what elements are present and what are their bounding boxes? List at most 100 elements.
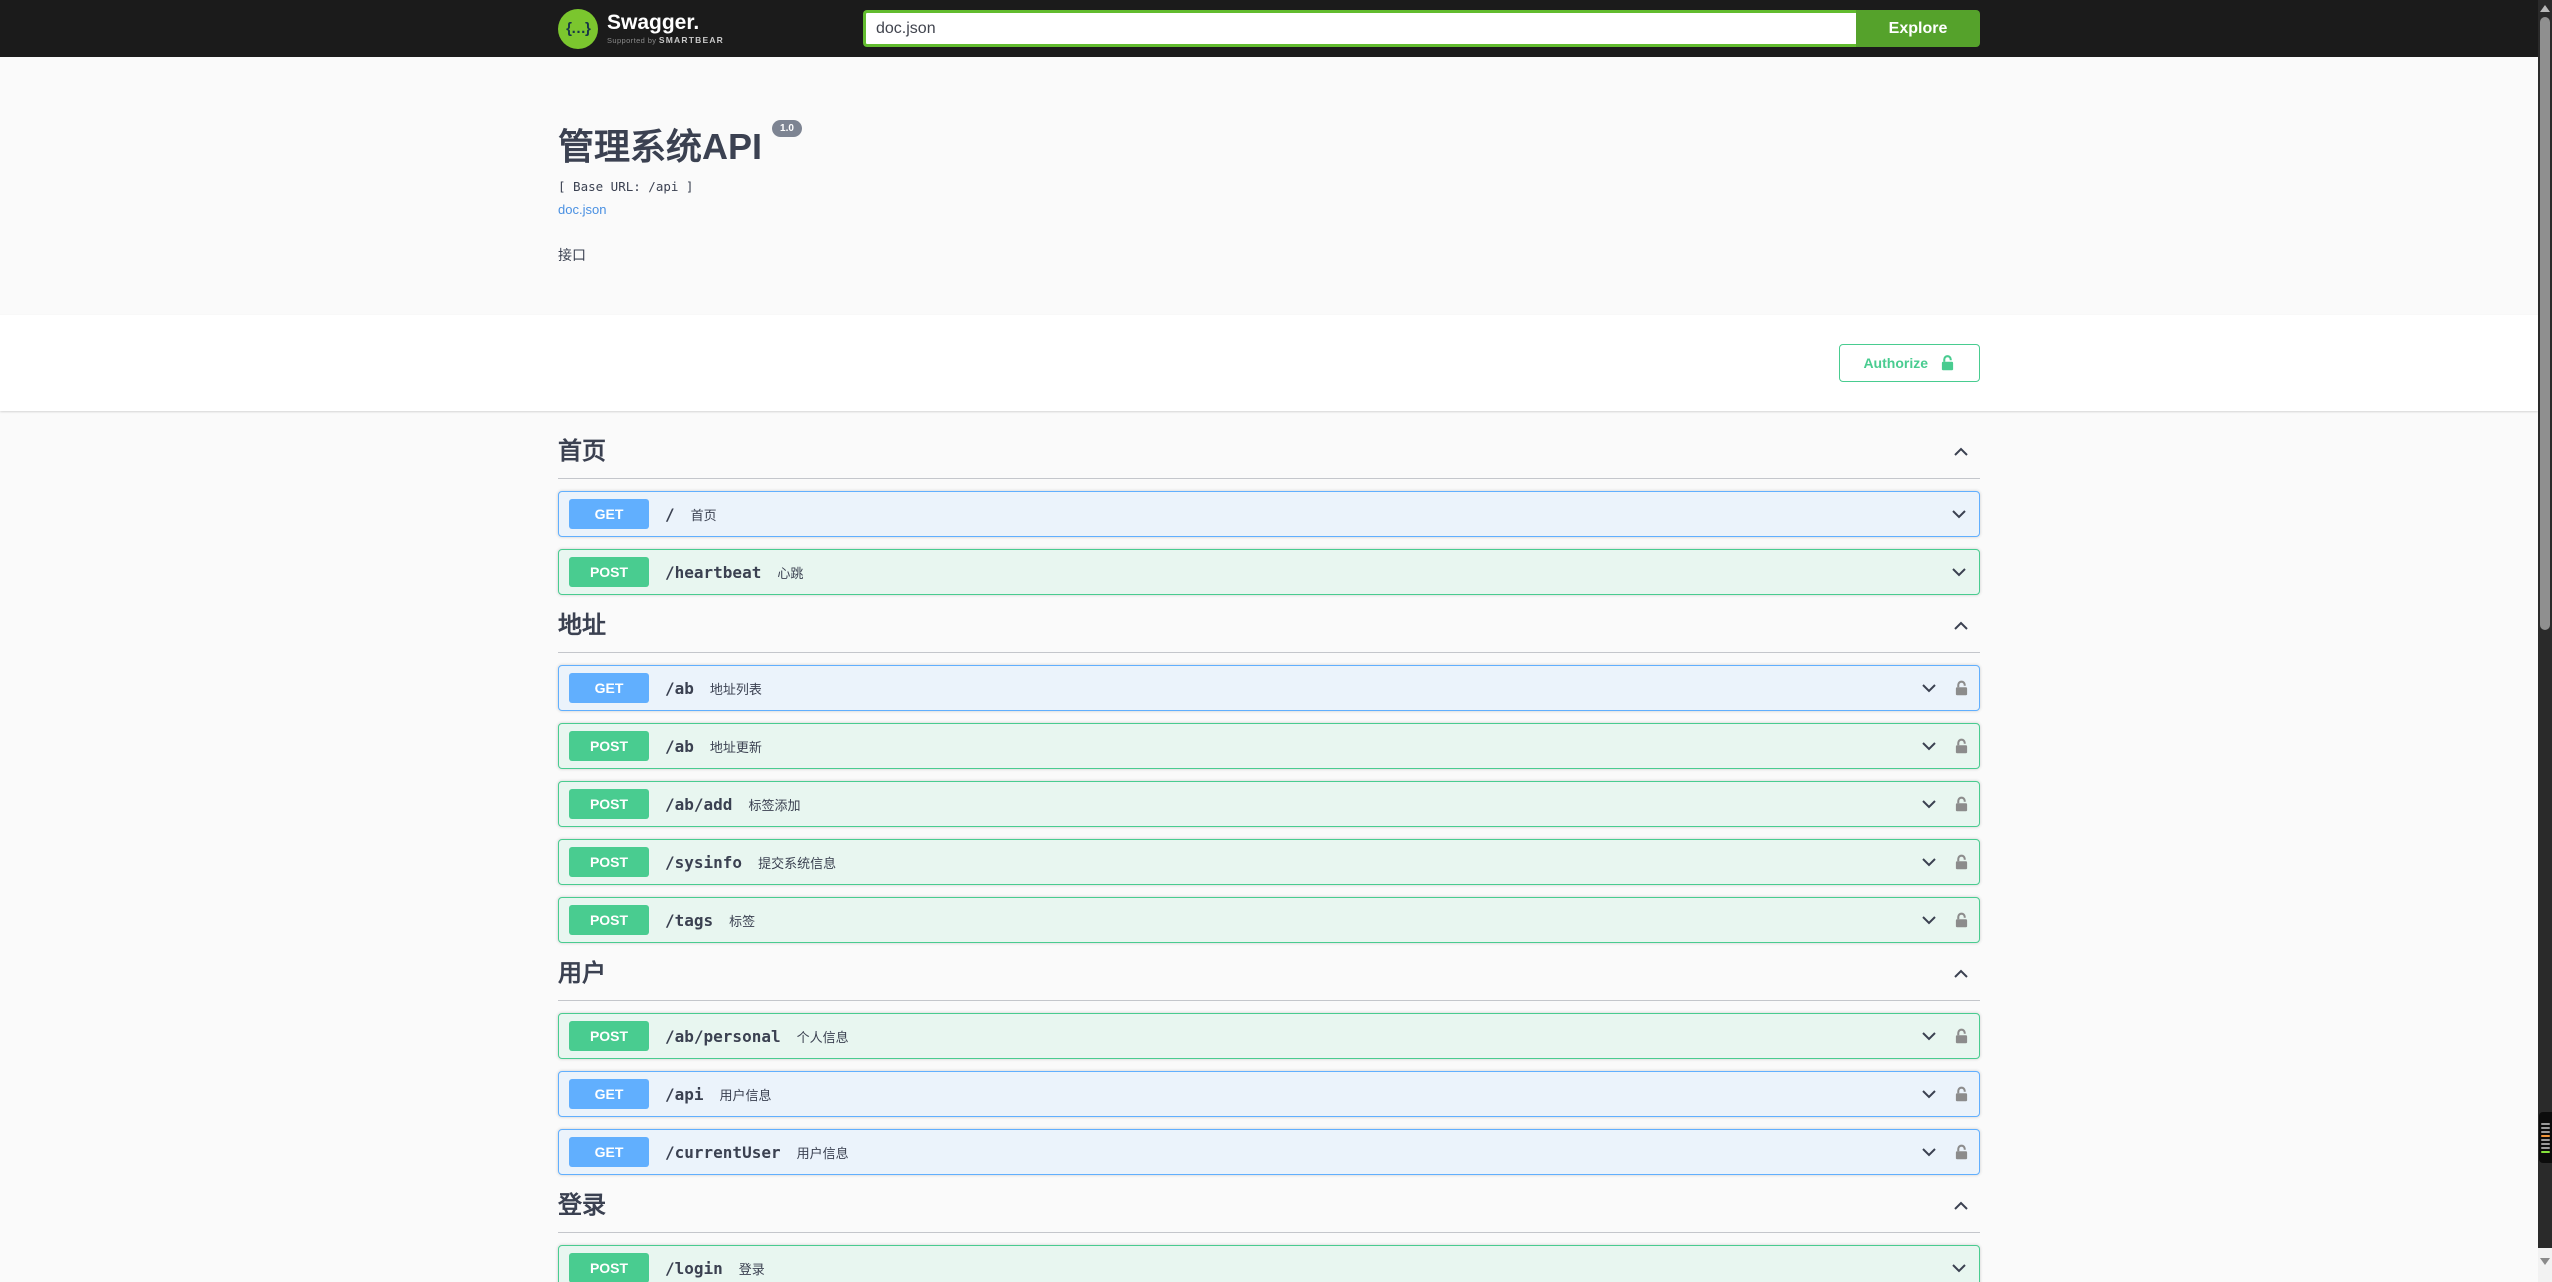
operation-path: /heartbeat (665, 562, 762, 582)
chevron-down-icon[interactable] (1918, 735, 1940, 757)
section-title: 登录 (558, 1192, 606, 1219)
operation-row[interactable]: POST /tags 标签 (558, 897, 1980, 943)
lock-icon[interactable] (1953, 1143, 1970, 1162)
scheme-container: Authorize (0, 315, 2538, 411)
overlay-widget (2539, 1112, 2552, 1163)
widget-stripe (2541, 1150, 2550, 1153)
chevron-down-icon[interactable] (1918, 677, 1940, 699)
explore-button[interactable]: Explore (1856, 10, 1980, 47)
operation-row[interactable]: POST /ab/add 标签添加 (558, 781, 1980, 827)
operation-summary: 首页 (690, 507, 717, 523)
authorize-button[interactable]: Authorize (1839, 344, 1980, 382)
logo-title: Swagger. (607, 11, 700, 35)
operation-path: /ab (665, 678, 694, 698)
api-description: 接口 (558, 247, 586, 263)
operation-path: /login (665, 1258, 723, 1278)
lock-icon[interactable] (1953, 1085, 1970, 1104)
operation-row[interactable]: POST /heartbeat 心跳 (558, 549, 1980, 595)
chevron-down-icon[interactable] (1948, 1257, 1970, 1279)
lock-icon[interactable] (1953, 737, 1970, 756)
chevron-down-icon[interactable] (1948, 561, 1970, 583)
lock-icon[interactable] (1953, 911, 1970, 930)
page-title: 管理系统API 1.0 (558, 118, 1980, 170)
widget-stripe (2541, 1126, 2550, 1129)
widget-stripe (2541, 1142, 2550, 1145)
operation-path: /currentUser (665, 1142, 781, 1162)
operation-summary: 标签 (729, 913, 756, 929)
method-badge: GET (569, 1137, 649, 1167)
operation-row[interactable]: POST /login 登录 (558, 1245, 1980, 1282)
lock-icon[interactable] (1953, 1027, 1970, 1046)
operation-summary: 用户信息 (719, 1087, 772, 1103)
swagger-logo-icon: {…} (558, 8, 598, 49)
operation-summary: 提交系统信息 (758, 855, 837, 871)
operation-row[interactable]: POST /ab/personal 个人信息 (558, 1013, 1980, 1059)
spec-url-input[interactable] (863, 10, 1856, 47)
operation-path: /ab/personal (665, 1026, 781, 1046)
method-badge: GET (569, 673, 649, 703)
section-rows: GET /ab 地址列表 POST /ab 地址更新 POST /ab/add … (558, 653, 1980, 943)
operation-path: /ab/add (665, 794, 733, 814)
method-badge: POST (569, 731, 649, 761)
chevron-down-icon[interactable] (1918, 1083, 1940, 1105)
chevron-down-icon[interactable] (1918, 1025, 1940, 1047)
base-url: [ Base URL: /api ] (558, 179, 694, 194)
method-badge: POST (569, 847, 649, 877)
section-rows: POST /login 登录 POST /login/outLogin 退出登录 (558, 1233, 1980, 1282)
chevron-up-icon[interactable] (1950, 1195, 1972, 1217)
api-section: 地址 GET /ab 地址列表 POST /ab 地址更新 POST /ab/a… (558, 609, 1980, 943)
chevron-down-icon[interactable] (1948, 503, 1970, 525)
chevron-up-icon[interactable] (1950, 615, 1972, 637)
operation-path: /sysinfo (665, 852, 743, 872)
section-header[interactable]: 地址 (558, 609, 1980, 653)
operation-row[interactable]: POST /sysinfo 提交系统信息 (558, 839, 1980, 885)
logo-tagline: Supported by SMARTBEAR (607, 35, 725, 46)
section-header[interactable]: 登录 (558, 1189, 1980, 1233)
operation-row[interactable]: GET / 首页 (558, 491, 1980, 537)
widget-stripe (2541, 1122, 2550, 1125)
operation-row[interactable]: GET /api 用户信息 (558, 1071, 1980, 1117)
api-section: 登录 POST /login 登录 (558, 1189, 1980, 1282)
chevron-down-icon[interactable] (1918, 909, 1940, 931)
operation-row[interactable]: POST /ab 地址更新 (558, 723, 1980, 769)
operation-summary: 标签添加 (748, 797, 801, 813)
swagger-logo[interactable]: {…} Swagger. Supported by SMARTBEAR (558, 8, 725, 49)
info-section: 管理系统API 1.0 [ Base URL: /api ] doc.json … (0, 57, 2538, 315)
chevron-down-icon[interactable] (1918, 793, 1940, 815)
widget-stripe (2541, 1130, 2550, 1133)
method-badge: POST (569, 905, 649, 935)
operation-summary: 个人信息 (796, 1029, 849, 1045)
lock-icon[interactable] (1953, 679, 1970, 698)
swagger-page: {…} Swagger. Supported by SMARTBEAR Expl… (0, 0, 2538, 1282)
widget-stripe (2541, 1138, 2550, 1141)
operation-path: /ab (665, 736, 694, 756)
scrollbar-thumb[interactable] (2540, 17, 2550, 630)
chevron-up-icon[interactable] (1950, 963, 1972, 985)
widget-stripe (2541, 1134, 2550, 1137)
spec-url-form: Explore (863, 10, 1980, 47)
section-header[interactable]: 用户 (558, 957, 1980, 1001)
lock-icon[interactable] (1953, 853, 1970, 872)
scroll-down-arrow-icon[interactable] (2540, 1258, 2550, 1265)
method-badge: POST (569, 557, 649, 587)
api-section: 用户 POST /ab/personal 个人信息 GET /api 用户信息 … (558, 957, 1980, 1175)
operation-summary: 用户信息 (796, 1145, 849, 1161)
api-section: 首页 GET / 首页 POST /heartbeat 心跳 (558, 435, 1980, 595)
chevron-down-icon[interactable] (1918, 1141, 1940, 1163)
unlock-icon (1939, 353, 1956, 373)
method-badge: POST (569, 789, 649, 819)
lock-icon[interactable] (1953, 795, 1970, 814)
version-badge: 1.0 (772, 120, 802, 137)
chevron-down-icon[interactable] (1918, 851, 1940, 873)
chevron-up-icon[interactable] (1950, 441, 1972, 463)
browser-scrollbar[interactable] (2538, 0, 2552, 1282)
operation-row[interactable]: GET /ab 地址列表 (558, 665, 1980, 711)
operation-row[interactable]: GET /currentUser 用户信息 (558, 1129, 1980, 1175)
operation-path: /tags (665, 910, 714, 930)
spec-link[interactable]: doc.json (558, 202, 606, 217)
operation-summary: 心跳 (777, 565, 804, 581)
authorize-label: Authorize (1863, 355, 1928, 371)
scroll-up-arrow-icon[interactable] (2540, 5, 2550, 12)
section-header[interactable]: 首页 (558, 435, 1980, 479)
operations-list: 首页 GET / 首页 POST /heartbeat 心跳 地址 GET /a… (558, 411, 1980, 1282)
